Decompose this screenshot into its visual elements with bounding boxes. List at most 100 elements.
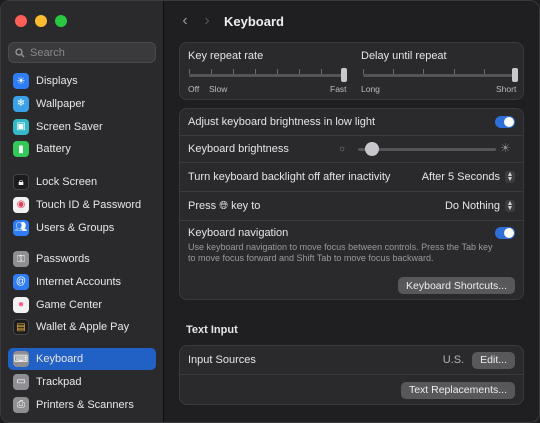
game-center-icon: ●	[13, 296, 29, 313]
settings-window: ☀ Displays ❄ Wallpaper ▣ Screen Saver ▮ …	[0, 0, 540, 423]
sidebar-item-label: Users & Groups	[36, 221, 115, 234]
close-window-button[interactable]	[15, 15, 27, 27]
search-field[interactable]	[8, 42, 156, 63]
text-input-section-title: Text Input	[186, 324, 238, 336]
sidebar-item-internet-accounts[interactable]: @ Internet Accounts	[8, 271, 156, 293]
search-input[interactable]	[30, 46, 140, 59]
sidebar-item-label: Internet Accounts	[36, 275, 121, 288]
adjust-brightness-toggle[interactable]	[495, 116, 515, 128]
battery-icon: ▮	[13, 141, 29, 158]
sidebar-item-keyboard[interactable]: ⌨ Keyboard	[8, 348, 156, 370]
adjust-brightness-label: Adjust keyboard brightness in low light	[188, 116, 376, 128]
backlight-off-popup[interactable]: After 5 Seconds ▲ ▼	[422, 171, 515, 183]
key-repeat-label: Key repeat rate	[188, 50, 264, 62]
press-key-label-part1: Press	[188, 199, 217, 212]
sidebar-item-label: Screen Saver	[36, 120, 103, 133]
sidebar-item-screen-saver[interactable]: ▣ Screen Saver	[8, 116, 156, 138]
keyboard-brightness-slider[interactable]: ☼ ☀	[338, 136, 516, 163]
sidebar-item-wallpaper[interactable]: ❄ Wallpaper	[8, 93, 156, 115]
window-controls	[15, 15, 67, 27]
page-title: Keyboard	[224, 13, 284, 29]
press-key-row: Press 🌐︎ key to Do Nothing ▲ ▼	[180, 192, 523, 221]
sidebar-item-passwords[interactable]: ⚿ Passwords	[8, 248, 156, 270]
screen-saver-icon: ▣	[13, 118, 29, 135]
key-repeat-off-label: Off	[188, 84, 200, 94]
sidebar-item-users-groups[interactable]: 👥︎ Users & Groups	[8, 217, 156, 239]
globe-icon: 🌐︎	[219, 199, 228, 212]
keyboard-shortcuts-button[interactable]: Keyboard Shortcuts...	[398, 277, 515, 294]
delay-long-label: Long	[361, 84, 380, 94]
sidebar-item-trackpad[interactable]: ▭ Trackpad	[8, 371, 156, 393]
delay-label: Delay until repeat	[361, 50, 447, 62]
sidebar-item-label: Game Center	[36, 298, 103, 311]
keyboard-navigation-description: Use keyboard navigation to move focus be…	[188, 242, 493, 263]
text-replacements-button[interactable]: Text Replacements...	[400, 381, 515, 399]
sidebar-item-label: Keyboard	[36, 353, 84, 365]
sidebar-item-touch-id[interactable]: ◉ Touch ID & Password	[8, 194, 156, 216]
input-sources-label: Input Sources	[188, 354, 256, 366]
users-icon: 👥︎	[13, 219, 29, 236]
sidebar-item-game-center[interactable]: ● Game Center	[8, 294, 156, 316]
keyboard-brightness-label: Keyboard brightness	[188, 143, 289, 155]
search-icon	[15, 47, 25, 57]
keyboard-navigation-row: Keyboard navigation Use keyboard navigat…	[180, 221, 523, 299]
edit-input-sources-button[interactable]: Edit...	[472, 351, 515, 369]
printer-icon: ⎙	[13, 396, 29, 413]
sidebar-item-label: Wallet & Apple Pay	[36, 321, 130, 334]
sidebar-item-printers[interactable]: ⎙ Printers & Scanners	[8, 394, 156, 416]
main-pane: ‹ › Keyboard Key repeat rate Delay until…	[164, 1, 539, 422]
key-repeat-slider-thumb[interactable]	[341, 68, 347, 82]
brightness-low-icon: ☼	[338, 143, 347, 153]
key-repeat-slow-label: Slow	[209, 84, 228, 94]
keyboard-icon: ⌨	[13, 351, 29, 367]
keyboard-navigation-toggle[interactable]	[495, 227, 515, 239]
sidebar-item-label: Lock Screen	[36, 176, 98, 188]
delay-slider-thumb[interactable]	[512, 68, 518, 82]
sidebar-item-battery[interactable]: ▮ Battery	[8, 138, 156, 160]
keyboard-navigation-label: Keyboard navigation	[188, 227, 289, 239]
sidebar-item-label: Displays	[36, 75, 78, 87]
sidebar-item-lock-screen[interactable]: 🔒︎ Lock Screen	[8, 171, 156, 193]
backlight-off-label: Turn keyboard backlight off after inacti…	[188, 171, 391, 183]
back-arrow-icon[interactable]: ‹	[174, 12, 196, 30]
zoom-window-button[interactable]	[55, 15, 67, 27]
sidebar-group-security: 🔒︎ Lock Screen ◉ Touch ID & Password 👥︎ …	[8, 171, 156, 239]
sidebar-item-label: Wallpaper	[36, 97, 86, 110]
sidebar-item-label: Printers & Scanners	[36, 398, 134, 411]
chevron-up-down-icon: ▲ ▼	[505, 171, 515, 183]
delay-short-label: Short	[496, 84, 517, 94]
toolbar: ‹ › Keyboard	[164, 9, 539, 33]
sidebar-group-display: ☀ Displays ❄ Wallpaper ▣ Screen Saver ▮ …	[8, 70, 156, 161]
backlight-off-row: Turn keyboard backlight off after inacti…	[180, 163, 523, 192]
backlight-off-value: After 5 Seconds	[421, 171, 500, 183]
at-icon: @	[13, 273, 29, 290]
key-repeat-fast-label: Fast	[330, 84, 347, 94]
sidebar-item-label: Battery	[36, 143, 71, 156]
brightness-high-icon: ☀	[500, 141, 511, 155]
text-input-card: Input Sources U.S. Edit... Text Replacem…	[179, 345, 524, 405]
sidebar-item-displays[interactable]: ☀ Displays	[8, 70, 156, 92]
press-key-value: Do Nothing	[444, 200, 500, 212]
forward-arrow-icon[interactable]: ›	[196, 12, 218, 30]
minimize-window-button[interactable]	[35, 15, 47, 27]
sidebar-item-label: Trackpad	[36, 375, 82, 388]
sidebar-item-wallet[interactable]: ▤ Wallet & Apple Pay	[8, 316, 156, 338]
sidebar-item-label: Passwords	[36, 253, 90, 265]
wallet-icon: ▤	[13, 319, 29, 336]
sun-icon: ☀	[13, 73, 29, 89]
sidebar-item-label: Touch ID & Password	[36, 198, 142, 211]
lock-icon: 🔒︎	[13, 174, 29, 190]
input-sources-row: Input Sources U.S. Edit...	[180, 346, 523, 375]
adjust-brightness-row: Adjust keyboard brightness in low light	[180, 109, 523, 136]
press-key-label: Press 🌐︎ key to	[188, 200, 260, 213]
press-key-label-part2: key to	[231, 199, 261, 212]
text-replacements-row: Text Replacements...	[180, 375, 523, 405]
key-icon: ⚿	[13, 251, 29, 267]
keyboard-settings-card: Adjust keyboard brightness in low light …	[179, 108, 524, 300]
input-sources-value: U.S.	[442, 354, 465, 366]
trackpad-icon: ▭	[13, 373, 29, 390]
keyboard-brightness-thumb[interactable]	[364, 142, 379, 156]
press-key-popup[interactable]: Do Nothing ▲ ▼	[445, 200, 515, 212]
sidebar-group-input: ⌨ Keyboard ▭ Trackpad ⎙ Printers & Scann…	[8, 348, 156, 416]
fingerprint-icon: ◉	[13, 196, 29, 213]
